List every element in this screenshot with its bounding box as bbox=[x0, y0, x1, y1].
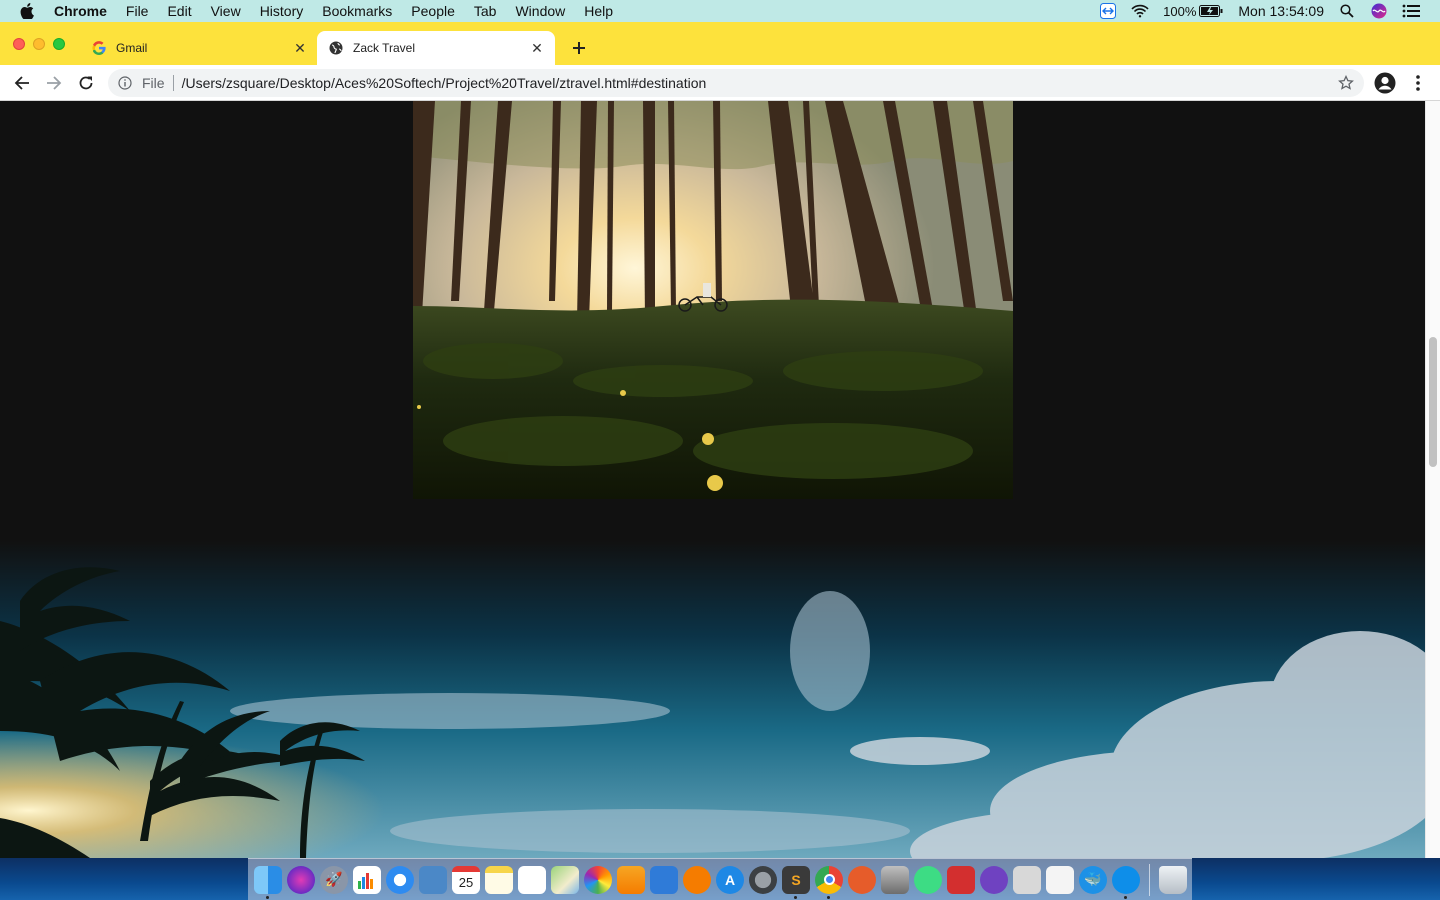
scrollbar-track[interactable] bbox=[1425, 101, 1440, 858]
sublime-text-icon[interactable]: S bbox=[782, 865, 810, 899]
menu-edit[interactable]: Edit bbox=[167, 3, 191, 19]
notes-icon[interactable] bbox=[485, 865, 513, 894]
android-studio-icon[interactable] bbox=[914, 865, 942, 894]
forward-button[interactable] bbox=[42, 71, 66, 95]
scheme-separator bbox=[172, 75, 174, 91]
menu-view[interactable]: View bbox=[211, 3, 241, 19]
menu-window[interactable]: Window bbox=[515, 3, 565, 19]
new-tab-button[interactable] bbox=[566, 35, 592, 61]
siri-icon[interactable] bbox=[1370, 3, 1388, 19]
tab-title: Gmail bbox=[116, 41, 148, 55]
tab-close-icon[interactable]: ✕ bbox=[292, 40, 308, 56]
launchpad-icon[interactable]: 🚀 bbox=[320, 865, 348, 894]
battery-icon[interactable] bbox=[1198, 3, 1224, 19]
browser-tab-strip: Gmail ✕ Zack Travel ✕ bbox=[0, 22, 1440, 65]
chrome-menu-icon[interactable] bbox=[1410, 72, 1426, 94]
pages-icon[interactable] bbox=[617, 865, 645, 894]
calendar-icon[interactable]: 25 bbox=[452, 865, 480, 894]
profile-avatar-icon[interactable] bbox=[1374, 72, 1396, 94]
forest-destination-image bbox=[413, 101, 1013, 499]
browser-toolbar: File /Users/zsquare/Desktop/Aces%20Softe… bbox=[0, 65, 1440, 101]
maps-icon[interactable] bbox=[551, 865, 579, 894]
siri-dock-icon[interactable] bbox=[287, 865, 315, 894]
tab-gmail[interactable]: Gmail ✕ bbox=[80, 31, 318, 65]
google-favicon-icon bbox=[91, 40, 107, 56]
books-icon[interactable] bbox=[683, 865, 711, 894]
site-info-icon[interactable] bbox=[118, 75, 134, 91]
menubar-status-area: 100% Mon 13:54:09 bbox=[1099, 0, 1420, 22]
chrome-dock-icon[interactable] bbox=[815, 865, 843, 899]
menu-history[interactable]: History bbox=[260, 3, 304, 19]
keynote-icon[interactable] bbox=[650, 865, 678, 894]
back-button[interactable] bbox=[10, 71, 34, 95]
finder-icon[interactable] bbox=[254, 865, 282, 899]
macos-dock: 🚀 25 A S 🐳 bbox=[248, 858, 1192, 900]
spotlight-search-icon[interactable] bbox=[1338, 3, 1356, 19]
bookmark-star-icon[interactable] bbox=[1338, 74, 1354, 91]
window-zoom-button[interactable] bbox=[53, 38, 65, 50]
acrobat-icon[interactable] bbox=[947, 865, 975, 894]
menu-help[interactable]: Help bbox=[584, 3, 613, 19]
apple-menu-icon[interactable] bbox=[20, 3, 38, 19]
url-text[interactable]: /Users/zsquare/Desktop/Aces%20Softech/Pr… bbox=[182, 75, 707, 91]
tab-close-icon[interactable]: ✕ bbox=[529, 40, 545, 56]
address-bar[interactable]: File /Users/zsquare/Desktop/Aces%20Softe… bbox=[108, 69, 1364, 97]
system-preferences-icon[interactable] bbox=[749, 865, 777, 894]
battery-percentage: 100% bbox=[1163, 3, 1197, 19]
docker-icon[interactable]: 🐳 bbox=[1079, 865, 1107, 894]
github-desktop-icon[interactable] bbox=[980, 865, 1008, 894]
macos-menu-bar: Chrome File Edit View History Bookmarks … bbox=[0, 0, 1440, 22]
instruments-icon[interactable] bbox=[848, 865, 876, 894]
teamviewer-dock-icon[interactable] bbox=[1112, 865, 1140, 899]
menu-file[interactable]: File bbox=[126, 3, 149, 19]
reload-button[interactable] bbox=[74, 71, 98, 95]
reminders-icon[interactable] bbox=[518, 865, 546, 894]
menu-app-chrome[interactable]: Chrome bbox=[54, 3, 107, 19]
image-capture-icon[interactable] bbox=[1013, 865, 1041, 894]
tab-title: Zack Travel bbox=[353, 41, 416, 55]
archive-utility-icon[interactable] bbox=[881, 865, 909, 894]
dock-separator bbox=[1149, 863, 1150, 896]
window-close-button[interactable] bbox=[13, 38, 25, 50]
menu-tab[interactable]: Tab bbox=[474, 3, 497, 19]
teamviewer-status-icon[interactable] bbox=[1099, 3, 1117, 19]
sky-palms-background-image bbox=[0, 541, 1425, 858]
scheme-label: File bbox=[142, 75, 165, 91]
menu-bookmarks[interactable]: Bookmarks bbox=[322, 3, 392, 19]
wifi-icon[interactable] bbox=[1131, 3, 1149, 19]
photos-icon[interactable] bbox=[584, 865, 612, 894]
safari-icon[interactable] bbox=[386, 865, 414, 894]
page-viewport bbox=[0, 101, 1425, 858]
menu-people[interactable]: People bbox=[411, 3, 455, 19]
numbers-icon[interactable] bbox=[353, 865, 381, 894]
textedit-icon[interactable] bbox=[1046, 865, 1074, 894]
window-minimize-button[interactable] bbox=[33, 38, 45, 50]
notification-center-icon[interactable] bbox=[1402, 3, 1420, 19]
scrollbar-thumb[interactable] bbox=[1429, 337, 1437, 467]
preview-icon[interactable] bbox=[419, 865, 447, 894]
clock[interactable]: Mon 13:54:09 bbox=[1238, 3, 1324, 19]
trash-icon[interactable] bbox=[1159, 865, 1187, 894]
tab-zack-travel[interactable]: Zack Travel ✕ bbox=[317, 31, 555, 65]
globe-favicon-icon bbox=[328, 40, 344, 56]
app-store-icon[interactable]: A bbox=[716, 865, 744, 894]
